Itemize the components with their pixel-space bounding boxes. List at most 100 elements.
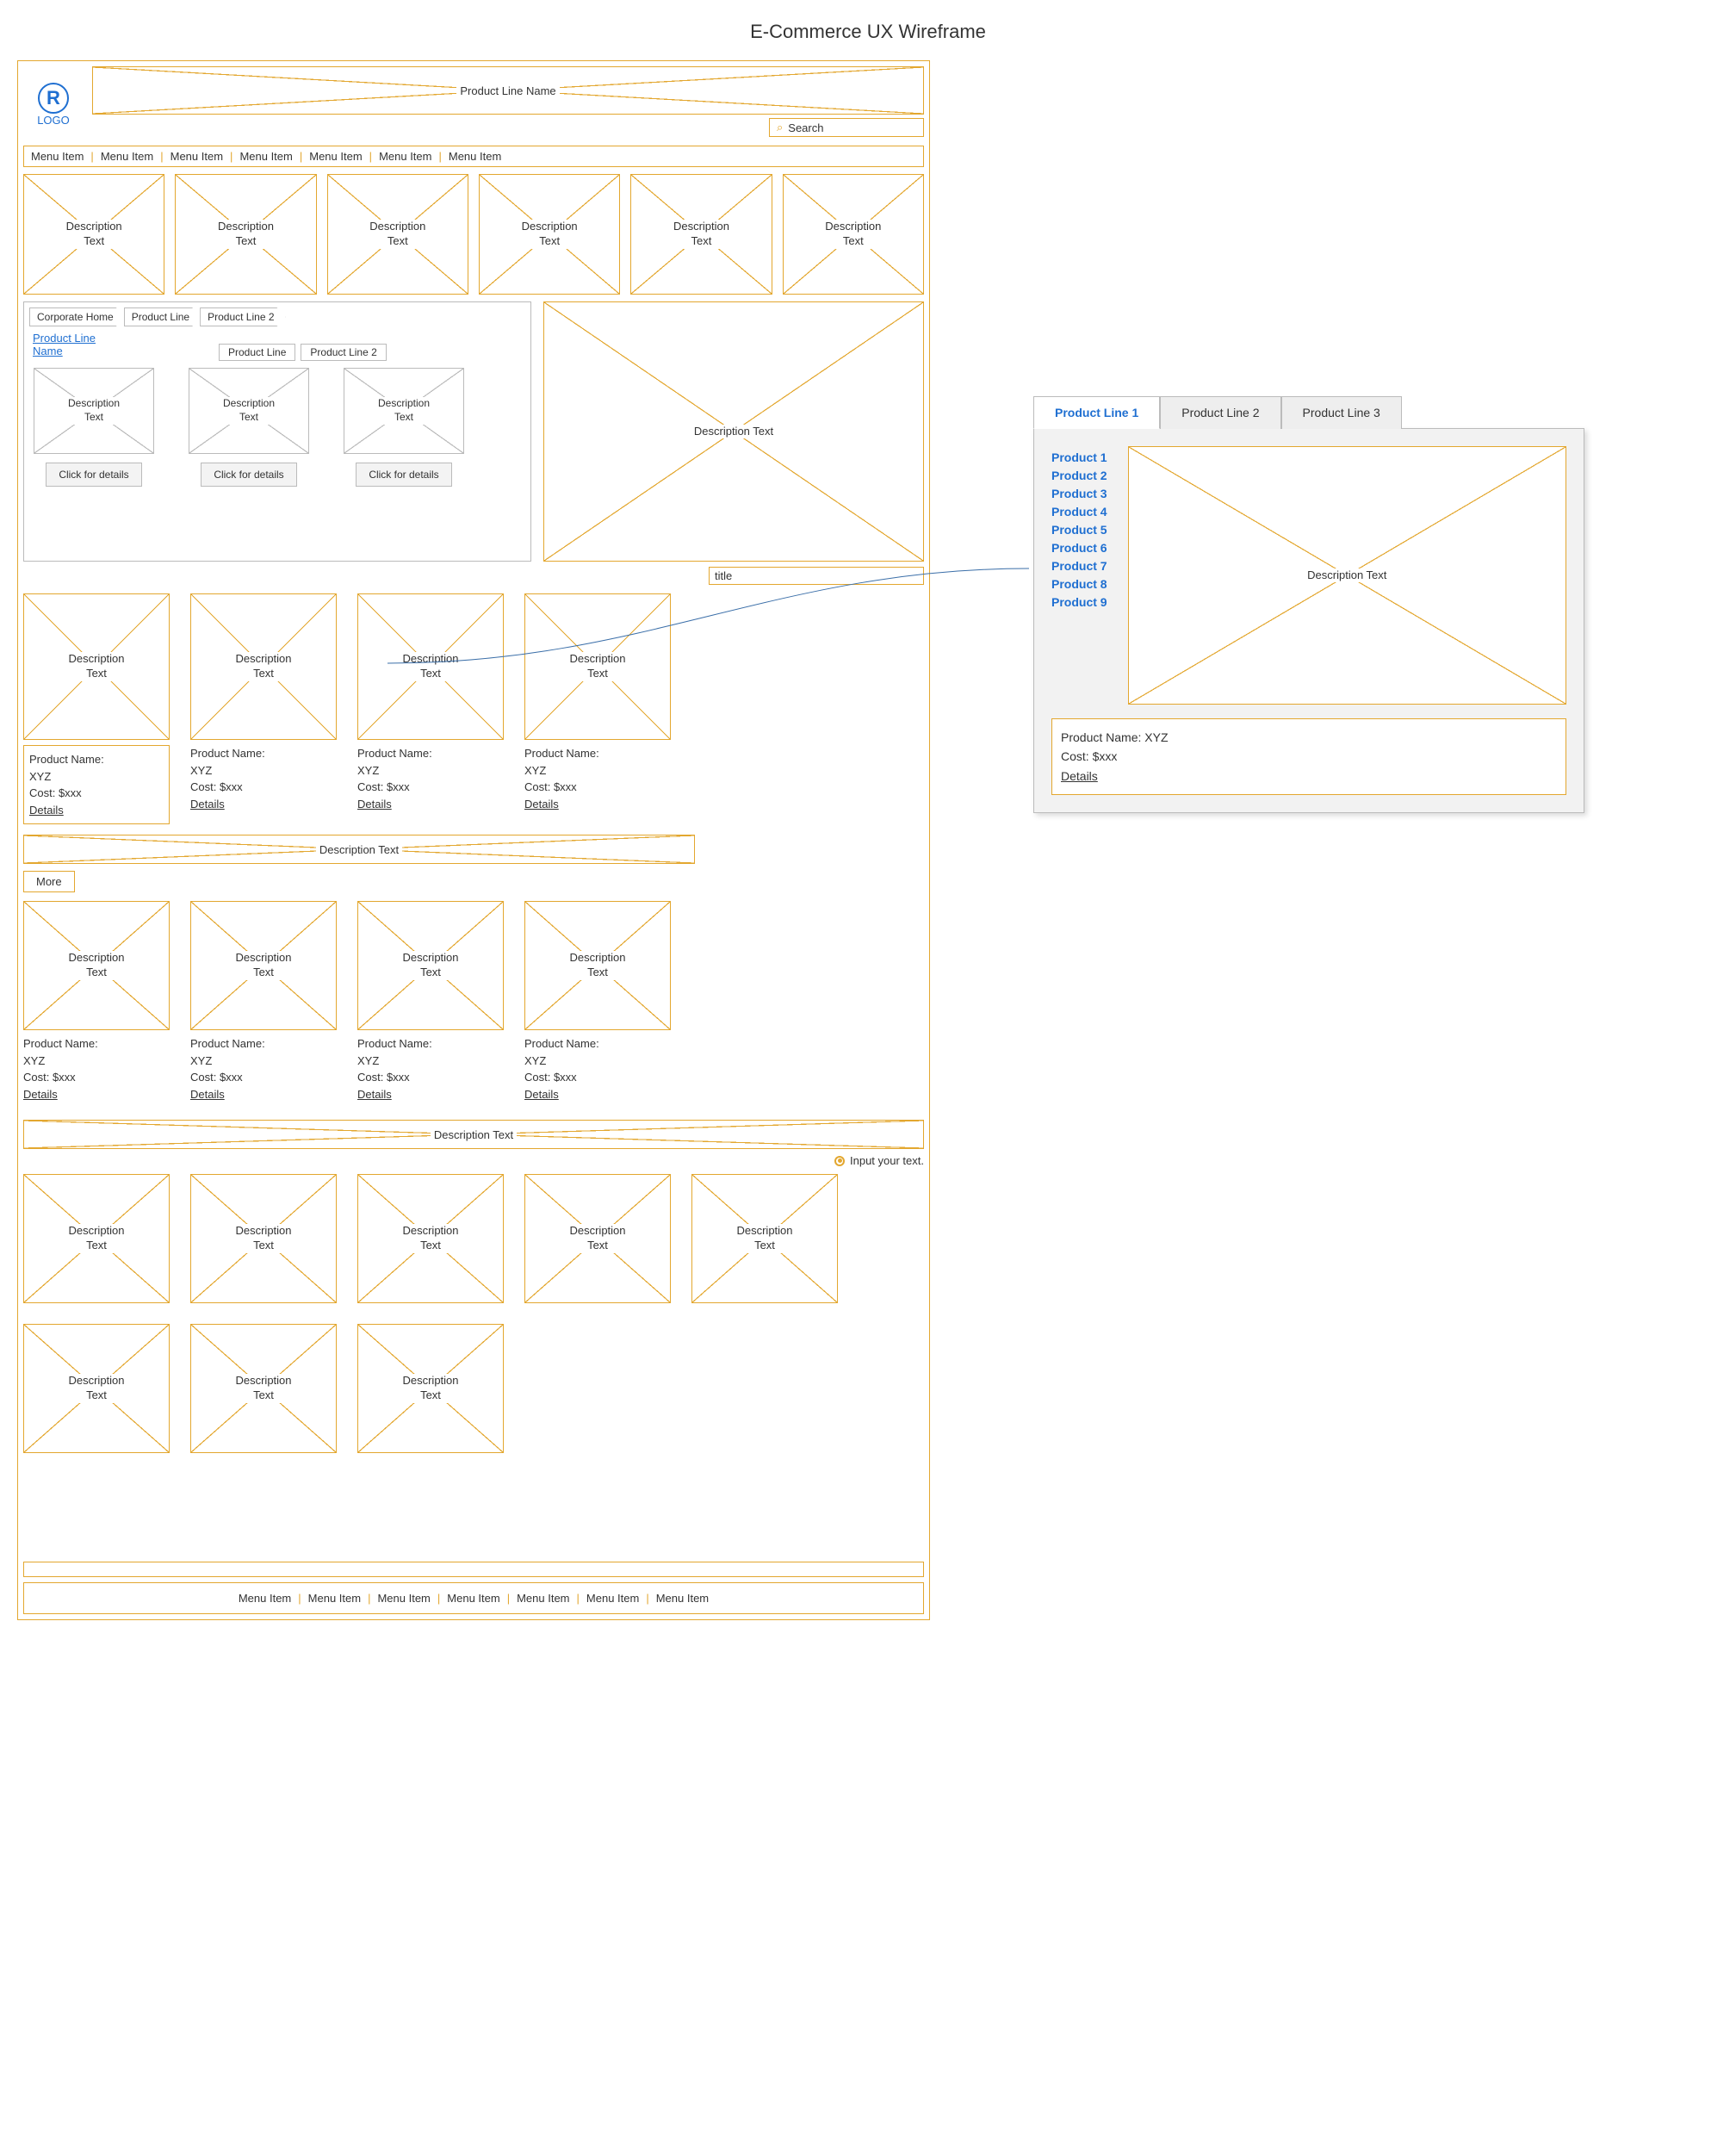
hero-tile[interactable]: Description Text — [479, 174, 620, 295]
product-info: Product Name: XYZ Cost: $xxx Details — [190, 1035, 337, 1103]
product-info: Product Name: XYZ Cost: $xxx Details — [357, 745, 504, 812]
detail-info: Product Name: XYZ Cost: $xxx Details — [1051, 718, 1566, 795]
search-placeholder: Search — [788, 121, 823, 134]
product-info: Product Name: XYZ Cost: $xxx Details — [524, 745, 671, 812]
grid-tile[interactable]: Description Text — [23, 1324, 170, 1453]
mini-thumb: Description Text — [344, 368, 464, 454]
product-list: Product 1 Product 2 Product 3 Product 4 … — [1051, 446, 1107, 705]
mini-tab[interactable]: Product Line 2 — [301, 344, 386, 361]
product-link[interactable]: Product 4 — [1051, 505, 1107, 519]
grid-tile[interactable]: Description Text — [524, 1174, 671, 1303]
main-wireframe: R LOGO Product Line Name ⌕ Search Menu I… — [17, 60, 930, 1620]
details-link[interactable]: Details — [190, 796, 337, 813]
crumb-pl2[interactable]: Product Line 2 — [200, 307, 285, 326]
menu-item[interactable]: Menu Item — [239, 150, 292, 163]
crumb-home[interactable]: Corporate Home — [29, 307, 125, 326]
details-link[interactable]: Details — [357, 1086, 504, 1103]
menu-item[interactable]: Menu Item — [586, 1592, 639, 1605]
product-link[interactable]: Product 9 — [1051, 595, 1107, 609]
details-link[interactable]: Details — [23, 1086, 170, 1103]
menu-item[interactable]: Menu Item — [517, 1592, 569, 1605]
grid-tile[interactable]: Description Text — [357, 1174, 504, 1303]
tab-product-line-2[interactable]: Product Line 2 — [1160, 396, 1280, 429]
product-info: Product Name: XYZ Cost: $xxx Details — [357, 1035, 504, 1103]
top-menu: Menu Item| Menu Item| Menu Item| Menu It… — [23, 146, 924, 167]
footer-menu: Menu Item| Menu Item| Menu Item| Menu It… — [23, 1582, 924, 1614]
product-link[interactable]: Product 2 — [1051, 469, 1107, 482]
menu-item[interactable]: Menu Item — [656, 1592, 709, 1605]
hero-tile[interactable]: Description Text — [630, 174, 772, 295]
mini-thumb: Description Text — [34, 368, 154, 454]
click-details-button[interactable]: Click for details — [201, 463, 296, 487]
product-thumb[interactable]: Description Text — [524, 901, 671, 1030]
hero-tile[interactable]: Description Text — [23, 174, 164, 295]
product-thumb[interactable]: Description Text — [190, 593, 337, 740]
menu-item[interactable]: Menu Item — [31, 150, 84, 163]
product-link[interactable]: Product 1 — [1051, 450, 1107, 464]
registered-icon: R — [38, 83, 69, 114]
detail-popover: Product Line 1 Product Line 2 Product Li… — [1033, 396, 1584, 813]
details-link[interactable]: Details — [357, 796, 504, 813]
mini-thumb: Description Text — [189, 368, 309, 454]
grid-tile[interactable]: Description Text — [357, 1324, 504, 1453]
title-field[interactable]: title — [709, 567, 924, 585]
section-banner: Description Text — [23, 1120, 924, 1149]
search-input[interactable]: ⌕ Search — [769, 118, 924, 137]
grid-tile[interactable]: Description Text — [691, 1174, 838, 1303]
menu-item[interactable]: Menu Item — [379, 150, 431, 163]
more-button[interactable]: More — [23, 871, 75, 892]
product-thumb[interactable]: Description Text — [524, 593, 671, 740]
page-title: E-Commerce UX Wireframe — [17, 21, 1719, 43]
product-thumb[interactable]: Description Text — [190, 901, 337, 1030]
footer-bar — [23, 1562, 924, 1577]
details-link[interactable]: Details — [190, 1086, 337, 1103]
product-thumb[interactable]: Description Text — [357, 593, 504, 740]
menu-item[interactable]: Menu Item — [447, 1592, 499, 1605]
menu-item[interactable]: Menu Item — [101, 150, 153, 163]
hero-tile[interactable]: Description Text — [175, 174, 316, 295]
details-link[interactable]: Details — [524, 1086, 671, 1103]
product-thumb[interactable]: Description Text — [23, 901, 170, 1030]
detail-image: Description Text — [1128, 446, 1566, 705]
banner: Product Line Name — [92, 66, 924, 115]
menu-item[interactable]: Menu Item — [449, 150, 501, 163]
menu-item[interactable]: Menu Item — [308, 1592, 361, 1605]
product-thumb[interactable]: Description Text — [23, 593, 170, 740]
grid-tile[interactable]: Description Text — [23, 1174, 170, 1303]
logo-text: LOGO — [37, 114, 70, 127]
product-line-panel: Corporate Home Product Line Product Line… — [23, 301, 531, 562]
grid-tile[interactable]: Description Text — [190, 1174, 337, 1303]
click-details-button[interactable]: Click for details — [356, 463, 451, 487]
tab-product-line-1[interactable]: Product Line 1 — [1033, 396, 1160, 429]
details-link[interactable]: Details — [29, 802, 164, 819]
grid-tile[interactable]: Description Text — [190, 1324, 337, 1453]
menu-item[interactable]: Menu Item — [377, 1592, 430, 1605]
breadcrumb: Corporate Home Product Line Product Line… — [29, 307, 525, 326]
radio-icon[interactable] — [834, 1156, 845, 1166]
product-info: Product Name: XYZ Cost: $xxx Details — [23, 745, 170, 824]
menu-item[interactable]: Menu Item — [170, 150, 223, 163]
product-link[interactable]: Product 6 — [1051, 541, 1107, 555]
product-info: Product Name: XYZ Cost: $xxx Details — [524, 1035, 671, 1103]
radio-label: Input your text. — [850, 1154, 924, 1167]
details-link[interactable]: Details — [1061, 767, 1557, 786]
product-link[interactable]: Product 8 — [1051, 577, 1107, 591]
hero-tile[interactable]: Description Text — [783, 174, 924, 295]
product-link[interactable]: Product 3 — [1051, 487, 1107, 500]
mini-tab[interactable]: Product Line — [219, 344, 295, 361]
tab-product-line-3[interactable]: Product Line 3 — [1281, 396, 1402, 429]
search-icon: ⌕ — [777, 121, 783, 134]
crumb-pl[interactable]: Product Line — [124, 307, 201, 326]
hero-tile[interactable]: Description Text — [327, 174, 468, 295]
product-info: Product Name: XYZ Cost: $xxx Details — [23, 1035, 170, 1103]
menu-item[interactable]: Menu Item — [239, 1592, 291, 1605]
click-details-button[interactable]: Click for details — [46, 463, 141, 487]
product-line-link[interactable]: Product Line Name — [33, 332, 119, 357]
details-link[interactable]: Details — [524, 796, 671, 813]
feature-image: Description Text — [543, 301, 924, 562]
logo[interactable]: R LOGO — [23, 66, 84, 142]
product-thumb[interactable]: Description Text — [357, 901, 504, 1030]
product-link[interactable]: Product 7 — [1051, 559, 1107, 573]
menu-item[interactable]: Menu Item — [309, 150, 362, 163]
product-link[interactable]: Product 5 — [1051, 523, 1107, 537]
